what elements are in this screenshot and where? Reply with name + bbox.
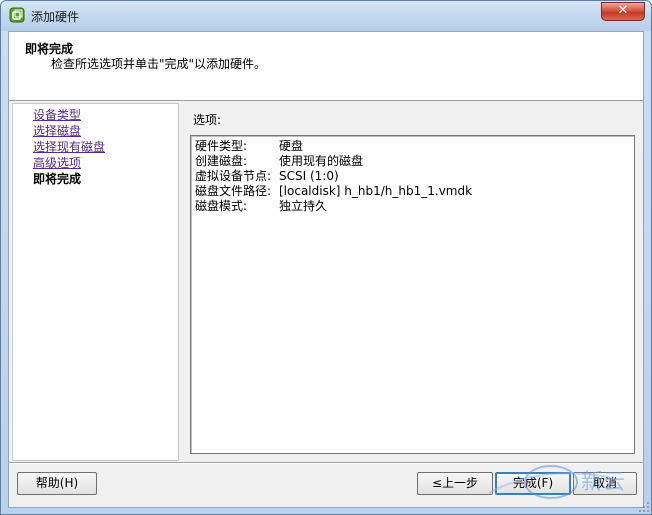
wizard-header: 即将完成 检查所选选项并单击"完成"以添加硬件。 — [9, 32, 643, 101]
wizard-steps-nav: 设备类型 选择磁盘 选择现有磁盘 高级选项 即将完成 — [12, 103, 179, 461]
option-row-virtual-device-node: 虚拟设备节点: SCSI (1:0) — [195, 169, 630, 184]
option-value: 硬盘 — [279, 139, 304, 153]
footer-divider — [9, 462, 643, 464]
cancel-button[interactable]: 取消 — [573, 472, 637, 495]
close-icon: ✕ — [617, 3, 629, 18]
option-row-disk-mode: 磁盘模式: 独立持久 — [195, 199, 630, 214]
step-select-existing-disk[interactable]: 选择现有磁盘 — [13, 139, 178, 155]
option-key: 硬件类型: — [195, 139, 248, 153]
option-key: 磁盘模式: — [195, 199, 248, 213]
option-row-hardware-type: 硬件类型: 硬盘 — [195, 139, 630, 154]
vsphere-app-icon — [9, 7, 25, 23]
step-select-disk[interactable]: 选择磁盘 — [13, 123, 178, 139]
option-value: 使用现有的磁盘 — [279, 154, 364, 168]
option-value: [localdisk] h_hb1/h_hb1_1.vmdk — [279, 184, 473, 198]
option-row-disk-file-path: 磁盘文件路径: [localdisk] h_hb1/h_hb1_1.vmdk — [195, 184, 630, 199]
option-key: 虚拟设备节点: — [195, 169, 272, 183]
step-ready-to-complete: 即将完成 — [33, 172, 82, 186]
option-key: 磁盘文件路径: — [195, 184, 272, 198]
step-advanced-options[interactable]: 高级选项 — [13, 155, 178, 171]
option-key: 创建磁盘: — [195, 154, 248, 168]
finish-button[interactable]: 完成(F) — [495, 472, 571, 495]
window-title: 添加硬件 — [31, 10, 80, 24]
back-button[interactable]: ≤上一步 — [417, 472, 493, 495]
option-value: SCSI (1:0) — [279, 169, 339, 183]
resize-grip-icon[interactable] — [638, 501, 650, 513]
step-device-type[interactable]: 设备类型 — [13, 107, 178, 123]
dialog-body: 即将完成 检查所选选项并单击"完成"以添加硬件。 设备类型 选择磁盘 选择现有磁… — [8, 31, 644, 508]
help-button[interactable]: 帮助(H) — [17, 472, 97, 495]
dialog-window: 添加硬件 ✕ 即将完成 检查所选选项并单击"完成"以添加硬件。 设备类型 选择磁… — [0, 0, 652, 515]
option-row-create-disk: 创建磁盘: 使用现有的磁盘 — [195, 154, 630, 169]
options-label: 选项: — [193, 113, 222, 127]
title-bar[interactable]: 添加硬件 ✕ — [1, 1, 651, 31]
option-value: 独立持久 — [279, 199, 328, 213]
close-button[interactable]: ✕ — [601, 2, 645, 21]
options-summary[interactable]: 硬件类型: 硬盘 创建磁盘: 使用现有的磁盘 虚拟设备节点: SCSI (1:0… — [190, 135, 635, 454]
page-subtitle: 检查所选选项并单击"完成"以添加硬件。 — [51, 57, 267, 71]
